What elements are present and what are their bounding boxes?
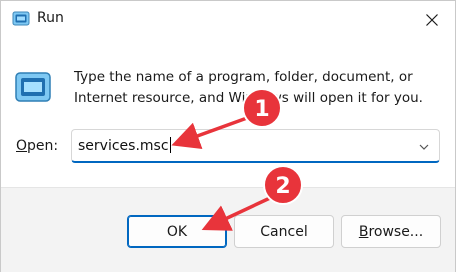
button-footer: OK Cancel Browse... [1,187,455,272]
open-label-accelerator: O [16,138,28,154]
cancel-button[interactable]: Cancel [234,215,334,248]
run-dialog: Run Type the name of a program, folder, … [0,0,456,272]
open-input[interactable]: services.msc [78,137,171,154]
title-bar[interactable]: Run [1,1,455,39]
ok-button[interactable]: OK [127,215,227,248]
instruction-text: Type the name of a program, folder, docu… [74,69,423,106]
chevron-down-icon[interactable] [417,140,431,154]
open-label-rest: pen: [27,138,59,154]
run-program-icon [15,72,51,102]
close-button[interactable] [409,1,455,39]
close-icon [426,14,438,26]
browse-button[interactable]: Browse... [341,215,441,248]
window-title: Run [37,10,64,26]
open-input-value: services.msc [78,138,169,154]
browse-label-rest: rowse... [368,223,424,240]
browse-accelerator: B [358,223,369,240]
run-app-icon [12,11,30,26]
text-caret [169,137,171,153]
open-label: Open: [16,138,58,154]
open-combobox[interactable]: services.msc [71,129,440,163]
